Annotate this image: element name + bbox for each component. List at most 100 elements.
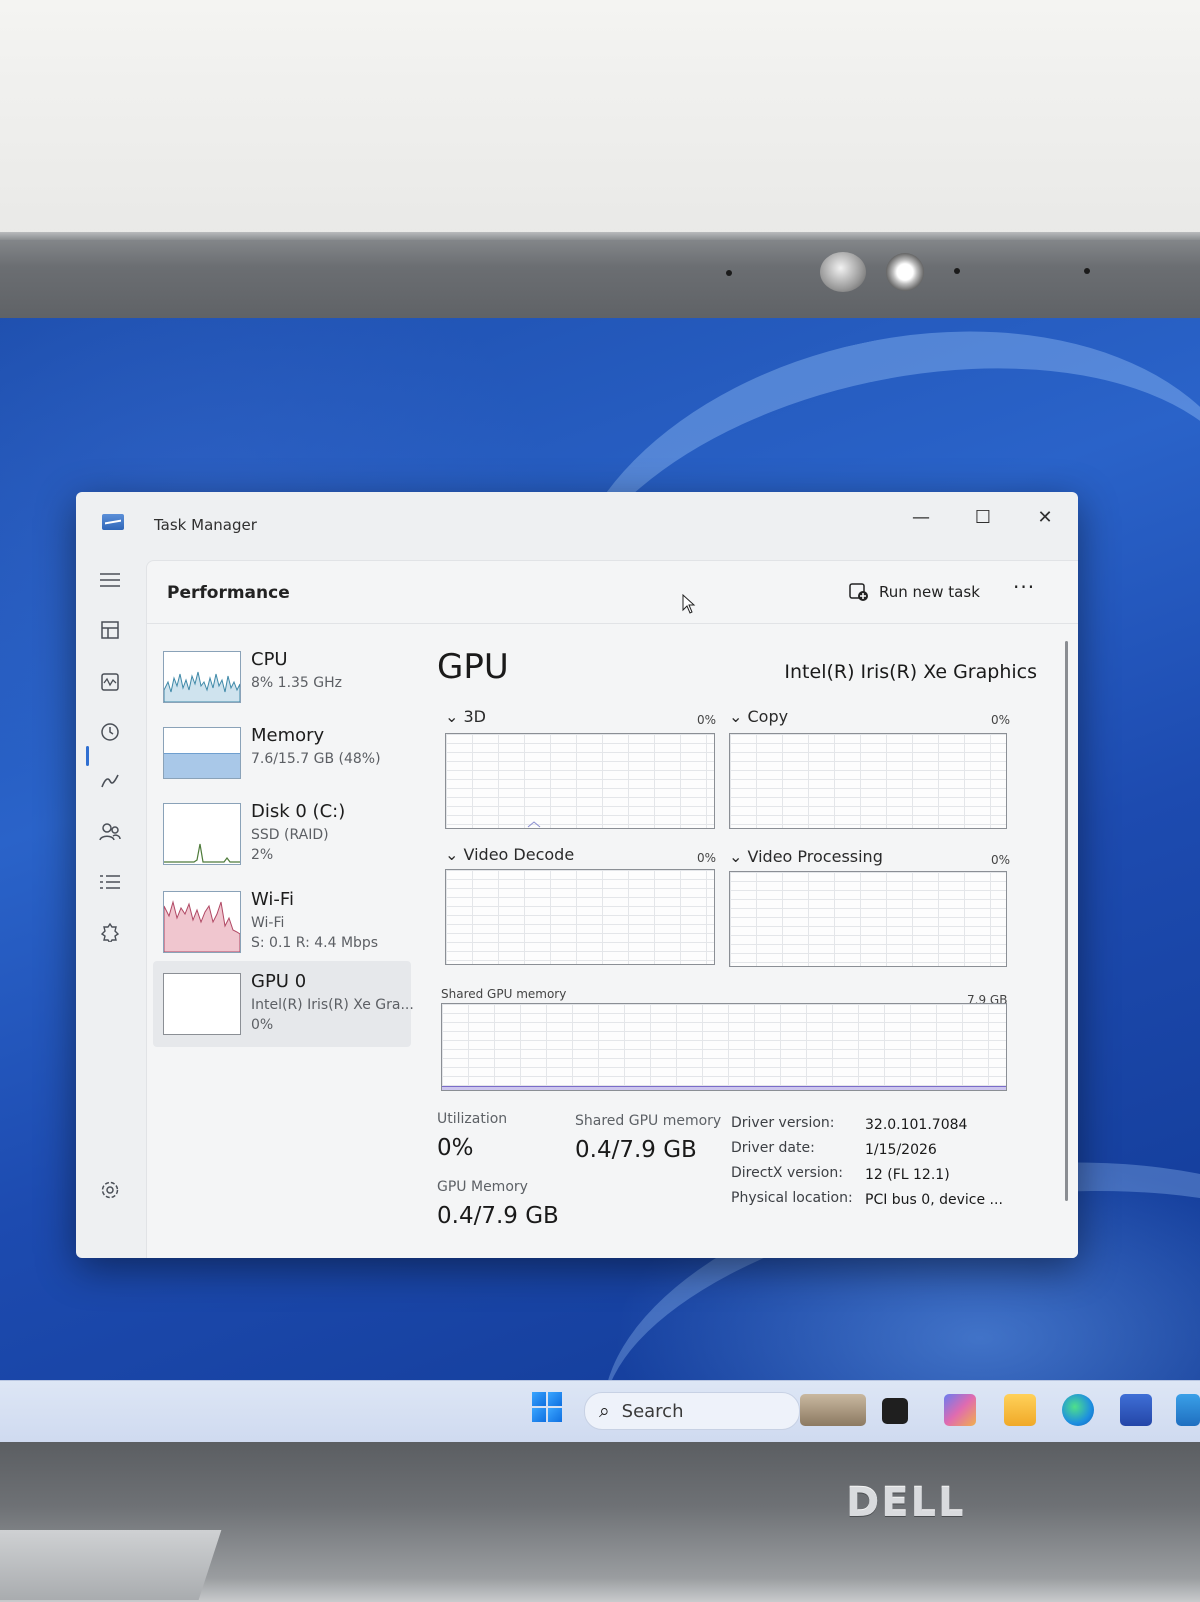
device-name: Disk 0 (C:) (251, 801, 346, 822)
chevron-down-icon: ⌄ (729, 707, 743, 726)
task-manager-window: Task Manager — ☐ ✕ Performance Run new t… (76, 492, 1078, 1258)
device-detail: 8% 1.35 GHz (251, 675, 343, 691)
device-name: Memory (251, 725, 325, 746)
utilization-label: Utilization (437, 1111, 508, 1127)
detail-key: Driver date: (731, 1140, 815, 1156)
device-item-cpu[interactable]: CPU 8% 1.35 GHz (153, 645, 411, 717)
chevron-down-icon: ⌄ (445, 707, 459, 726)
engine-selector-copy[interactable]: ⌄ Copy (729, 707, 788, 726)
device-detail: 0% (251, 1017, 274, 1033)
engine-selector-video-processing[interactable]: ⌄ Video Processing (729, 847, 883, 866)
windows-start-icon[interactable] (532, 1392, 562, 1422)
window-title: Task Manager (154, 516, 257, 534)
task-view-icon[interactable] (882, 1398, 908, 1424)
title-bar: Task Manager — ☐ ✕ (76, 492, 1078, 556)
startup-apps-icon[interactable] (96, 768, 124, 796)
scrollbar[interactable] (1065, 641, 1068, 1201)
laptop-top-bezel (0, 232, 1200, 320)
nav-rail (76, 556, 144, 1258)
detail-key: Physical location: (731, 1190, 853, 1206)
detail-key: Driver version: (731, 1115, 835, 1131)
device-detail: 7.6/15.7 GB (48%) (251, 751, 381, 767)
device-detail: SSD (RAID) (251, 827, 329, 843)
device-detail: Wi-Fi (251, 915, 285, 931)
gpu-model-name: Intel(R) Iris(R) Xe Graphics (784, 661, 1037, 683)
maximize-button[interactable]: ☐ (960, 502, 1006, 532)
engine-percent: 0% (991, 853, 1011, 867)
device-name: GPU 0 (251, 971, 307, 992)
engine-graph-3d (445, 733, 715, 829)
gpu-memory-value: 0.4/7.9 GB (437, 1203, 559, 1229)
page-header: Performance Run new task ··· (147, 561, 1078, 624)
laptop-hinge (0, 1530, 222, 1600)
dell-logo: DELL (846, 1480, 966, 1526)
chevron-down-icon: ⌄ (729, 847, 743, 866)
engine-percent: 0% (697, 851, 717, 865)
services-icon[interactable] (96, 918, 124, 946)
sensor-dot (1084, 268, 1090, 274)
shared-memory-stat-value: 0.4/7.9 GB (575, 1137, 697, 1163)
engine-selector-3d[interactable]: ⌄ 3D (445, 707, 486, 726)
hamburger-menu-icon[interactable] (96, 566, 124, 594)
performance-content: Performance Run new task ··· CPU 8% 1.35… (146, 560, 1078, 1258)
background-wall (0, 0, 1200, 240)
outlook-icon[interactable] (1176, 1394, 1200, 1426)
shared-memory-stat-label: Shared GPU memory (575, 1113, 722, 1129)
engine-graph-video-decode (445, 869, 715, 965)
device-detail: Intel(R) Iris(R) Xe Gra... (251, 997, 414, 1013)
widgets-icon[interactable] (800, 1394, 866, 1426)
sensor-dot (954, 268, 960, 274)
detail-key: DirectX version: (731, 1165, 843, 1181)
details-icon[interactable] (96, 868, 124, 896)
wifi-thumbnail-graph (163, 891, 241, 953)
processes-icon[interactable] (96, 616, 124, 644)
search-placeholder: Search (621, 1400, 684, 1422)
performance-icon[interactable] (96, 668, 124, 696)
detail-value: 12 (FL 12.1) (865, 1167, 950, 1183)
device-item-memory[interactable]: Memory 7.6/15.7 GB (48%) (153, 721, 411, 793)
mouse-cursor-icon (682, 594, 696, 614)
settings-gear-icon[interactable] (96, 1176, 124, 1204)
utilization-value: 0% (437, 1135, 474, 1161)
file-explorer-icon[interactable] (1004, 1394, 1036, 1426)
device-item-disk[interactable]: Disk 0 (C:) SSD (RAID) 2% (153, 797, 411, 869)
taskbar-search-box[interactable]: ⌕ Search (584, 1392, 800, 1430)
engine-percent: 0% (697, 713, 717, 727)
search-icon: ⌕ (599, 1400, 610, 1422)
engine-graph-video-processing (729, 871, 1007, 967)
engine-graph-copy (729, 733, 1007, 829)
run-new-task-label: Run new task (879, 583, 980, 601)
users-icon[interactable] (96, 818, 124, 846)
device-detail: S: 0.1 R: 4.4 Mbps (251, 935, 379, 951)
gpu-panel: GPU Intel(R) Iris(R) Xe Graphics ⌄ 3D 0%… (437, 623, 1057, 1258)
task-manager-app-icon (102, 514, 124, 530)
app-history-icon[interactable] (96, 718, 124, 746)
memory-thumbnail-graph (163, 727, 241, 779)
chevron-down-icon: ⌄ (445, 845, 459, 864)
device-name: CPU (251, 649, 288, 670)
minimize-button[interactable]: — (898, 502, 944, 532)
engine-selector-video-decode[interactable]: ⌄ Video Decode (445, 845, 574, 864)
microsoft-store-icon[interactable] (1120, 1394, 1152, 1426)
gpu-memory-label: GPU Memory (437, 1179, 528, 1195)
more-options-icon[interactable]: ··· (1013, 575, 1035, 599)
edge-browser-icon[interactable] (1062, 1394, 1094, 1426)
sensor-dot (726, 270, 732, 276)
device-item-wifi[interactable]: Wi-Fi Wi-Fi S: 0.1 R: 4.4 Mbps (153, 885, 411, 957)
device-name: Wi-Fi (251, 889, 294, 910)
gpu-heading: GPU (437, 647, 509, 687)
run-new-task-button[interactable]: Run new task (849, 577, 980, 607)
shared-memory-graph-label: Shared GPU memory (441, 987, 567, 1001)
detail-value: PCI bus 0, device ... (865, 1192, 1003, 1208)
disk-thumbnail-graph (163, 803, 241, 865)
detail-value: 32.0.101.7084 (865, 1117, 968, 1133)
run-task-icon (849, 583, 868, 601)
cpu-thumbnail-graph (163, 651, 241, 703)
gpu-details-table: Driver version: 32.0.101.7084 Driver dat… (731, 1115, 1051, 1225)
microsoft-365-icon[interactable] (944, 1394, 976, 1426)
device-item-gpu[interactable]: GPU 0 Intel(R) Iris(R) Xe Gra... 0% (153, 961, 414, 1047)
page-title: Performance (167, 583, 290, 603)
camera-lens (886, 253, 924, 291)
close-button[interactable]: ✕ (1022, 502, 1068, 532)
detail-value: 1/15/2026 (865, 1142, 937, 1158)
